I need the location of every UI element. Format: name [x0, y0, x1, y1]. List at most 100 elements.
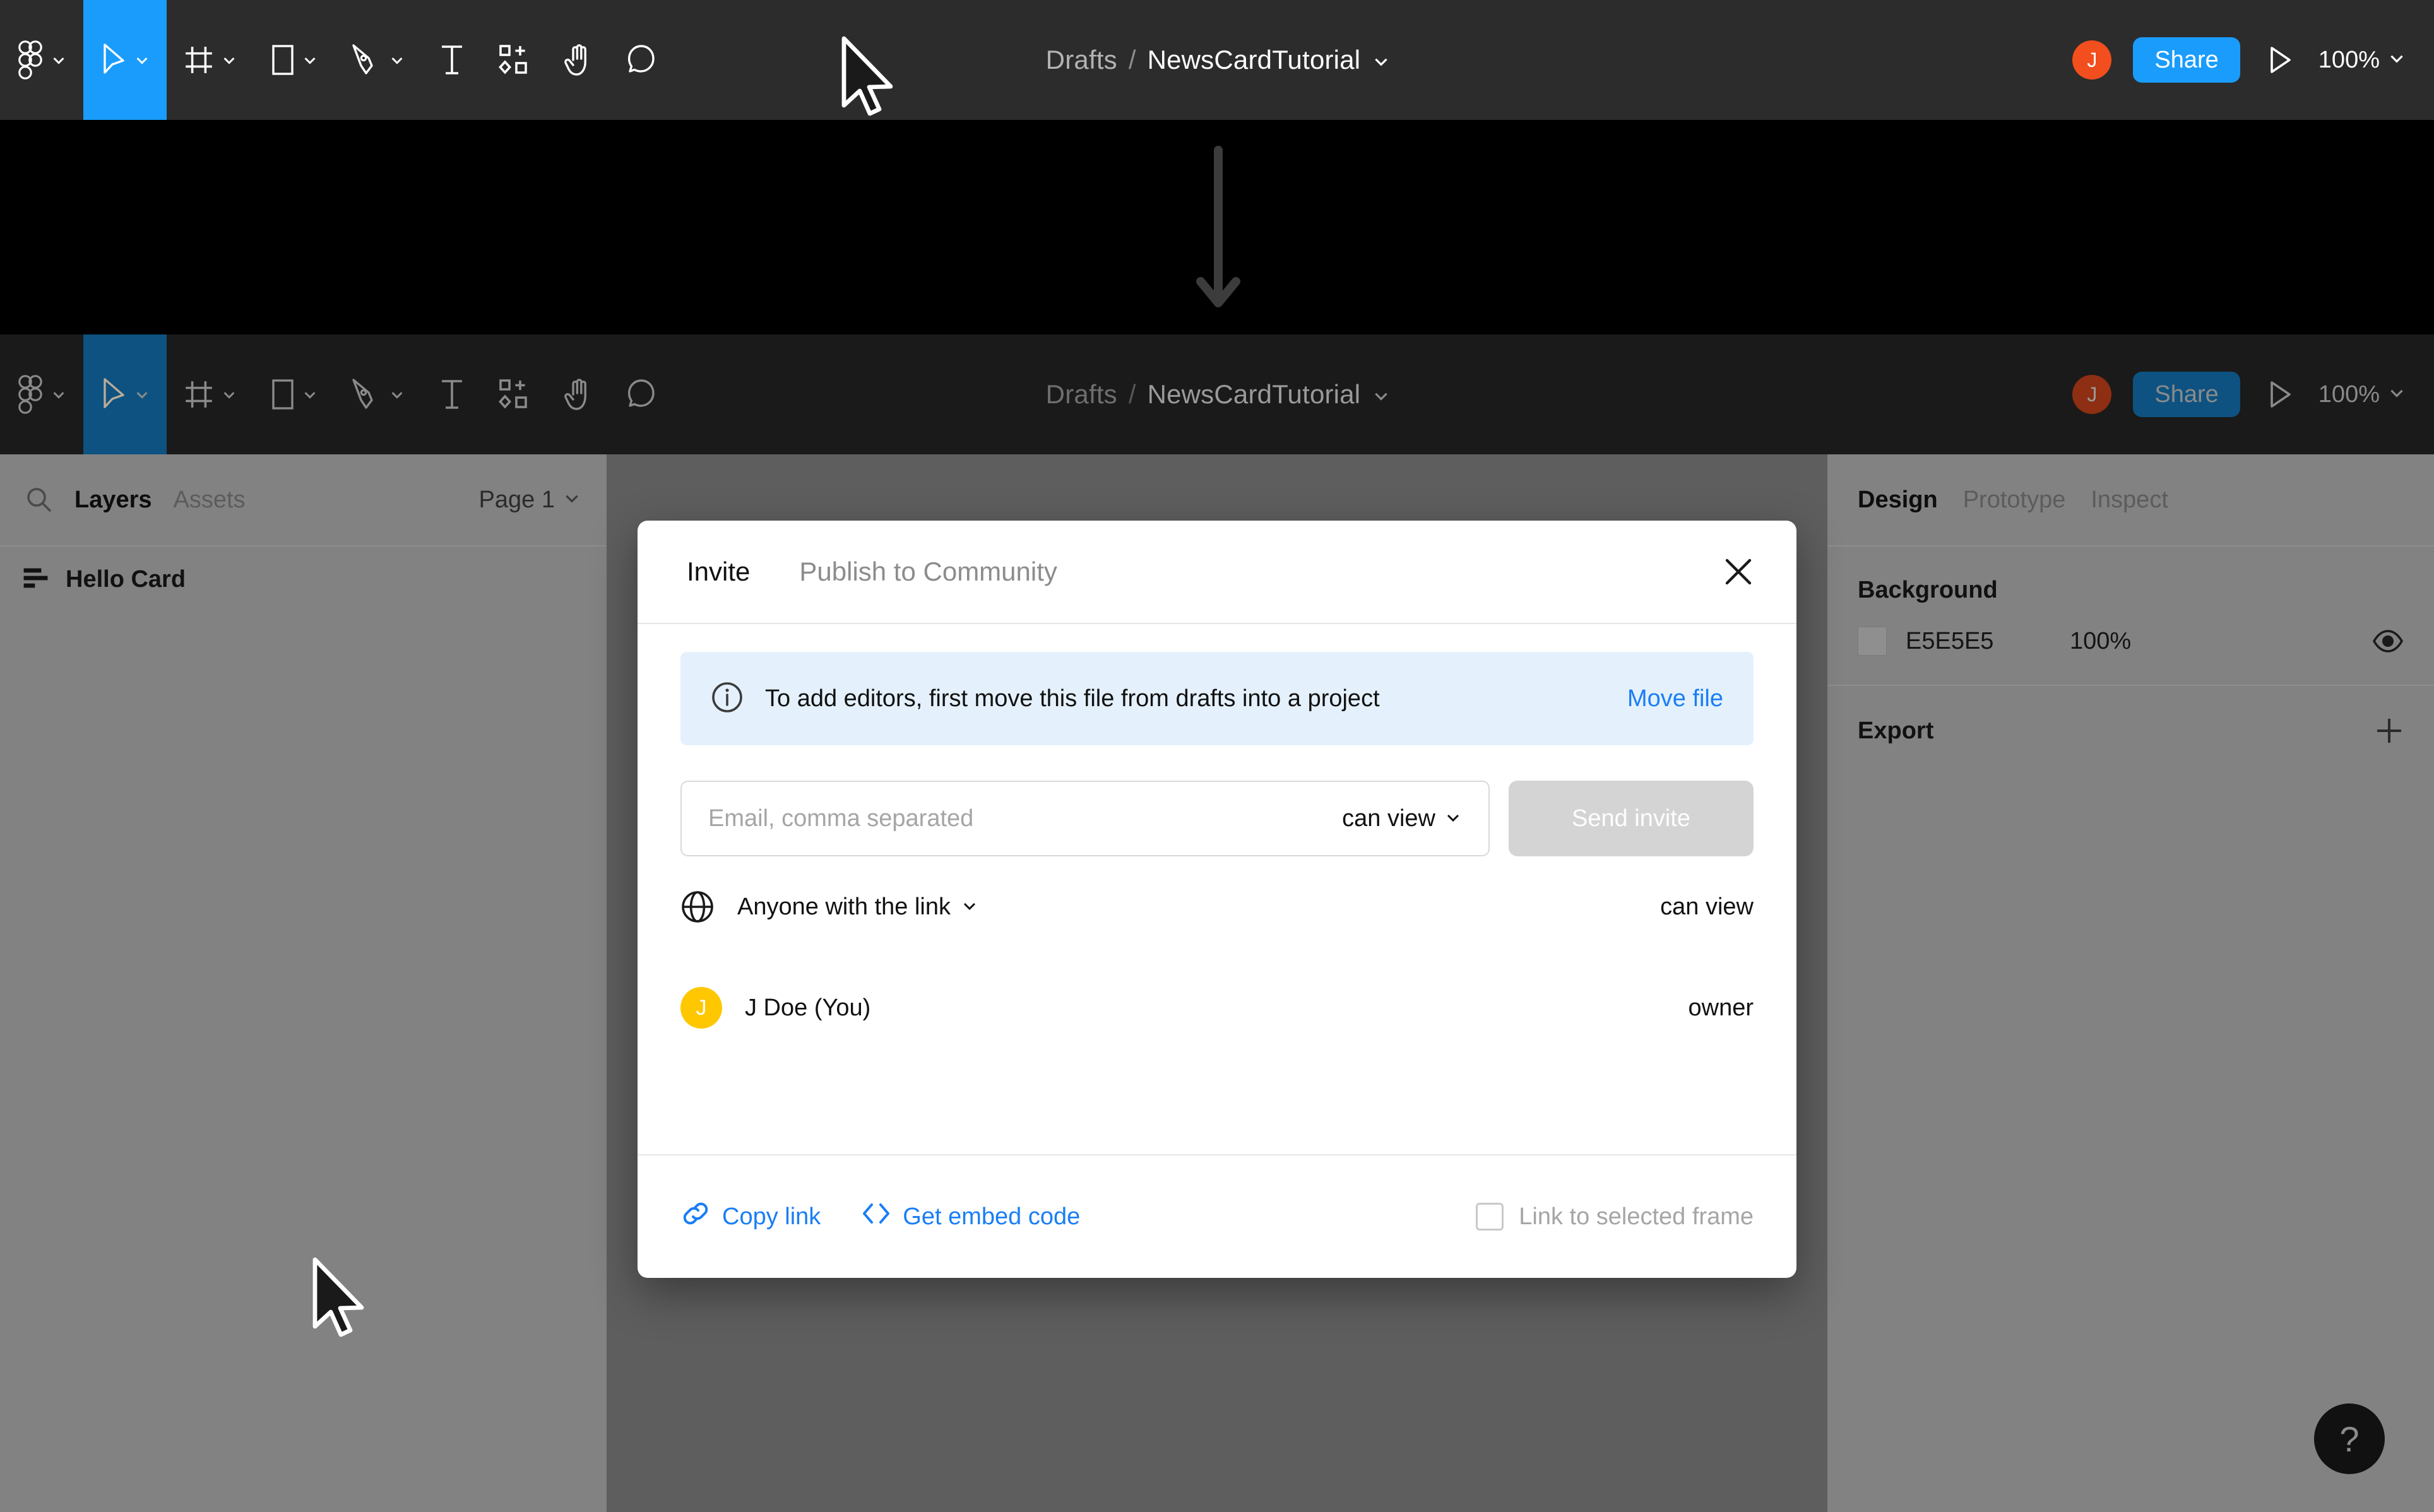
comment-bubble-icon: [626, 44, 656, 76]
pen-icon: [351, 43, 383, 77]
help-button[interactable]: ?: [2314, 1403, 2385, 1474]
comment-tool-button[interactable]: [610, 0, 673, 120]
rectangle-icon: [270, 377, 295, 411]
info-banner: To add editors, first move this file fro…: [680, 652, 1754, 745]
breadcrumb-project[interactable]: Drafts: [1046, 379, 1117, 410]
zoom-level-value: 100%: [2318, 46, 2380, 73]
frame-icon: [183, 44, 215, 76]
layers-panel: Layers Assets Page 1 Hello Card: [0, 454, 607, 1512]
figma-menu-button-context[interactable]: [0, 334, 83, 454]
tab-invite[interactable]: Invite: [687, 557, 750, 587]
invite-permission-value: can view: [1342, 805, 1435, 832]
shape-tool-button-context[interactable]: [254, 334, 335, 454]
resources-tool-button-context[interactable]: [482, 334, 547, 454]
share-modal-header: Invite Publish to Community: [638, 521, 1796, 624]
search-icon[interactable]: [25, 486, 53, 514]
frame-layer-icon: [23, 565, 49, 594]
invite-row: can view Send invite: [680, 781, 1754, 856]
frame-icon: [183, 379, 215, 410]
chevron-down-icon: [134, 52, 150, 68]
comment-tool-button-context[interactable]: [610, 334, 673, 454]
chevron-down-icon[interactable]: [1372, 52, 1388, 68]
breadcrumb-file-name[interactable]: NewsCardTutorial: [1148, 45, 1361, 75]
hand-icon: [563, 42, 593, 78]
chevron-down-icon: [389, 52, 405, 68]
breadcrumb-project[interactable]: Drafts: [1046, 45, 1117, 75]
chevron-down-icon: [1444, 805, 1462, 832]
zoom-level-selector[interactable]: 100%: [2318, 381, 2406, 408]
toolbar-tool-group-context: [0, 334, 673, 454]
components-icon: [499, 44, 530, 76]
link-access-permission[interactable]: can view: [1660, 894, 1754, 921]
pen-tool-button-context[interactable]: [335, 334, 422, 454]
chevron-down-icon: [221, 52, 237, 68]
link-chain-icon: [680, 1198, 711, 1235]
chevron-down-icon: [2387, 381, 2406, 408]
text-tool-button[interactable]: [422, 0, 482, 120]
play-triangle-icon[interactable]: [2262, 379, 2297, 410]
checkbox[interactable]: [1476, 1203, 1504, 1231]
zoom-level-selector[interactable]: 100%: [2318, 47, 2406, 74]
chevron-down-icon: [302, 52, 318, 68]
components-icon: [499, 379, 530, 410]
hand-tool-button[interactable]: [547, 0, 610, 120]
background-hex-value[interactable]: E5E5E5: [1906, 628, 2051, 655]
shape-tool-button[interactable]: [254, 0, 335, 120]
pen-tool-button[interactable]: [335, 0, 422, 120]
figma-menu-button[interactable]: [0, 0, 83, 120]
email-input[interactable]: [708, 805, 1343, 832]
toolbar-right-cluster-context: J Share 100%: [2072, 334, 2434, 454]
resources-tool-button[interactable]: [482, 0, 547, 120]
user-avatar[interactable]: J: [2072, 375, 2112, 414]
frame-tool-button-context[interactable]: [167, 334, 254, 454]
share-button[interactable]: Share: [2133, 37, 2240, 83]
text-tool-button-context[interactable]: [422, 334, 482, 454]
page-selector[interactable]: Page 1: [479, 487, 581, 514]
get-embed-code-label: Get embed code: [903, 1203, 1081, 1230]
move-tool-button-context[interactable]: [83, 334, 167, 454]
close-x-icon[interactable]: [1722, 555, 1755, 588]
breadcrumb-separator: /: [1128, 379, 1136, 409]
hand-tool-button-context[interactable]: [547, 334, 610, 454]
move-file-link[interactable]: Move file: [1627, 685, 1723, 712]
cursor-arrow-icon: [100, 377, 128, 412]
page-selector-label: Page 1: [478, 486, 555, 513]
move-tool-button[interactable]: [83, 0, 167, 120]
layer-list-item[interactable]: Hello Card: [0, 546, 607, 612]
play-triangle-icon[interactable]: [2262, 44, 2297, 76]
tab-design[interactable]: Design: [1858, 487, 1938, 514]
email-input-wrapper: can view: [680, 781, 1490, 856]
share-button-context[interactable]: Share: [2133, 372, 2240, 417]
invite-permission-selector[interactable]: can view: [1342, 805, 1462, 832]
comment-bubble-icon: [626, 378, 656, 411]
properties-panel-header: Design Prototype Inspect: [1827, 454, 2434, 545]
copy-link-button[interactable]: Copy link: [680, 1198, 821, 1235]
properties-panel: Design Prototype Inspect Background E5E5…: [1827, 454, 2434, 1512]
get-embed-code-button[interactable]: Get embed code: [861, 1201, 1080, 1232]
tab-assets[interactable]: Assets: [174, 487, 246, 514]
user-avatar[interactable]: J: [2072, 40, 2112, 80]
tab-prototype[interactable]: Prototype: [1963, 487, 2066, 514]
chevron-down-icon[interactable]: [1372, 386, 1388, 403]
link-to-selected-frame-checkbox-row[interactable]: Link to selected frame: [1476, 1203, 1754, 1231]
send-invite-button[interactable]: Send invite: [1509, 781, 1754, 856]
share-row-owner: J J Doe (You) owner: [680, 957, 1754, 1058]
chevron-down-icon: [50, 52, 67, 68]
link-access-selector[interactable]: Anyone with the link: [737, 894, 978, 921]
frame-tool-button[interactable]: [167, 0, 254, 120]
background-opacity-value[interactable]: 100%: [2070, 628, 2131, 655]
breadcrumb-file-name[interactable]: NewsCardTutorial: [1148, 379, 1361, 410]
zoom-level-value: 100%: [2318, 381, 2380, 408]
avatar: J: [680, 987, 722, 1029]
tab-layers[interactable]: Layers: [74, 487, 152, 514]
text-t-icon: [438, 377, 466, 411]
chevron-down-icon: [302, 386, 318, 403]
cursor-arrow-icon: [100, 42, 128, 78]
tab-inspect[interactable]: Inspect: [2091, 487, 2168, 514]
plus-icon[interactable]: [2375, 716, 2404, 745]
eye-icon[interactable]: [2372, 629, 2404, 653]
color-swatch[interactable]: [1858, 627, 1887, 656]
figma-logo-icon: [16, 375, 44, 414]
tab-publish-to-community[interactable]: Publish to Community: [799, 557, 1057, 587]
share-row-link-access: Anyone with the link can view: [680, 856, 1754, 957]
